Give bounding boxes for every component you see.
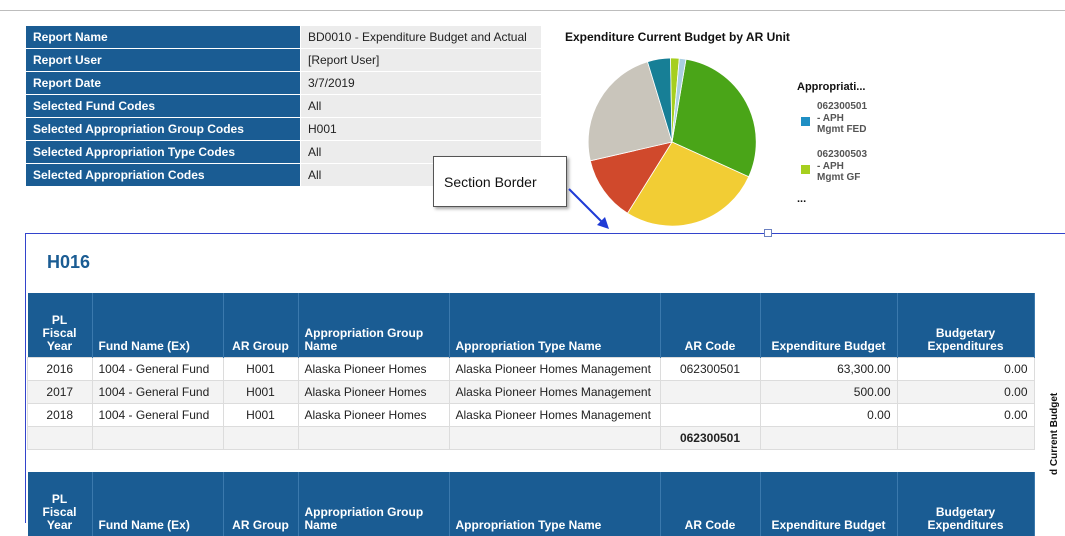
callout-arrow-icon	[568, 188, 609, 229]
cell-budgetary-expenditures: 0.00	[896, 402, 1035, 427]
pie-chart-title: Expenditure Current Budget by AR Unit	[565, 30, 790, 44]
table-row: 2017 1004 - General Fund H001 Alaska Pio…	[27, 379, 1035, 404]
legend-name: - APH Mgmt FED	[817, 113, 867, 135]
empty-cell	[27, 425, 93, 450]
cell-appropriation-group: Alaska Pioneer Homes	[297, 402, 450, 427]
pie-legend-title: Appropriati...	[797, 81, 866, 93]
column-header[interactable]: AR Group	[223, 471, 299, 536]
cell-ar-group: H001	[222, 379, 299, 404]
param-label: Report Name	[26, 26, 301, 49]
legend-name: - APH Mgmt GF	[817, 161, 861, 183]
empty-cell	[222, 425, 299, 450]
cell-ar-code	[659, 379, 761, 404]
cell-appropriation-type: Alaska Pioneer Homes Management	[448, 402, 661, 427]
cell-budgetary-expenditures: 0.00	[896, 356, 1035, 381]
cell-ar-code	[659, 402, 761, 427]
cell-fiscal-year: 2016	[27, 356, 93, 381]
cell-appropriation-type: Alaska Pioneer Homes Management	[448, 379, 661, 404]
section-title: H016	[47, 252, 91, 272]
column-header[interactable]: Appropriation Group Name	[298, 293, 450, 357]
cell-appropriation-group: Alaska Pioneer Homes	[297, 356, 450, 381]
param-row: Report User [Report User]	[26, 48, 541, 72]
column-header[interactable]: PL Fiscal Year	[27, 293, 93, 357]
column-header[interactable]: Expenditure Budget	[760, 471, 898, 536]
cell-fiscal-year: 2018	[27, 402, 93, 427]
table-row: 2018 1004 - General Fund H001 Alaska Pio…	[27, 402, 1035, 427]
param-row: Selected Appropriation Group Codes H001	[26, 117, 541, 141]
empty-cell	[448, 425, 661, 450]
column-header[interactable]: PL Fiscal Year	[27, 471, 93, 536]
column-header[interactable]: AR Code	[660, 293, 761, 357]
report-frame-top-border	[0, 10, 1065, 11]
legend-swatch	[801, 165, 810, 174]
column-header[interactable]: AR Code	[660, 471, 761, 536]
empty-cell	[91, 425, 224, 450]
cell-expenditure-budget: 0.00	[759, 402, 898, 427]
cell-fund-name: 1004 - General Fund	[91, 356, 224, 381]
param-label: Selected Appropriation Group Codes	[26, 117, 301, 141]
expenditure-table: PL Fiscal Year Fund Name (Ex) AR Group A…	[27, 293, 1035, 536]
param-value: H001	[300, 117, 541, 141]
cell-ar-group: H001	[222, 402, 299, 427]
column-header[interactable]: Expenditure Budget	[760, 293, 898, 357]
cell-appropriation-type: Alaska Pioneer Homes Management	[448, 356, 661, 381]
empty-cell	[896, 425, 1035, 450]
param-label: Selected Appropriation Codes	[26, 163, 301, 187]
legend-code: 062300501	[817, 101, 868, 112]
table-row: 2016 1004 - General Fund H001 Alaska Pio…	[27, 356, 1035, 381]
column-header[interactable]: Appropriation Type Name	[449, 293, 661, 357]
cell-fiscal-year: 2017	[27, 379, 93, 404]
cell-appropriation-group: Alaska Pioneer Homes	[297, 379, 450, 404]
cell-fund-name: 1004 - General Fund	[91, 402, 224, 427]
legend-more-indicator[interactable]: ...	[797, 193, 806, 205]
column-header[interactable]: Budgetary Expenditures	[897, 293, 1035, 357]
param-label: Selected Fund Codes	[26, 94, 301, 118]
column-header[interactable]: Appropriation Group Name	[298, 471, 450, 536]
param-value: [Report User]	[300, 48, 541, 72]
rotated-axis-label: d Current Budget	[1049, 392, 1060, 475]
column-header[interactable]: Fund Name (Ex)	[92, 471, 224, 536]
param-value: BD0010 - Expenditure Budget and Actual	[300, 26, 541, 49]
param-label: Report Date	[26, 71, 301, 95]
param-label: Report User	[26, 48, 301, 72]
table-header-row: PL Fiscal Year Fund Name (Ex) AR Group A…	[27, 471, 1035, 536]
column-header[interactable]: Fund Name (Ex)	[92, 293, 224, 357]
param-value: All	[300, 94, 541, 118]
resize-handle[interactable]	[764, 229, 772, 237]
cell-fund-name: 1004 - General Fund	[91, 379, 224, 404]
legend-swatch	[801, 117, 810, 126]
subtotal-row: 062300501	[27, 425, 1035, 450]
cell-expenditure-budget: 63,300.00	[759, 356, 898, 381]
param-row: Report Date 3/7/2019	[26, 71, 541, 95]
section-border-callout: Section Border	[433, 156, 567, 207]
column-header[interactable]: AR Group	[223, 293, 299, 357]
cell-ar-group: H001	[222, 356, 299, 381]
spacer	[27, 449, 1034, 472]
param-row: Selected Fund Codes All	[26, 94, 541, 118]
cell-budgetary-expenditures: 0.00	[896, 379, 1035, 404]
legend-code: 062300503	[817, 149, 868, 160]
cell-expenditure-budget: 500.00	[759, 379, 898, 404]
param-row: Report Name BD0010 - Expenditure Budget a…	[26, 26, 541, 49]
subtotal-ar-code: 062300501	[659, 425, 761, 450]
empty-cell	[759, 425, 898, 450]
column-header[interactable]: Appropriation Type Name	[449, 471, 661, 536]
param-label: Selected Appropriation Type Codes	[26, 140, 301, 164]
param-value: 3/7/2019	[300, 71, 541, 95]
column-header[interactable]: Budgetary Expenditures	[897, 471, 1035, 536]
cell-ar-code: 062300501	[659, 356, 761, 381]
table-header-row: PL Fiscal Year Fund Name (Ex) AR Group A…	[27, 293, 1035, 357]
empty-cell	[297, 425, 450, 450]
